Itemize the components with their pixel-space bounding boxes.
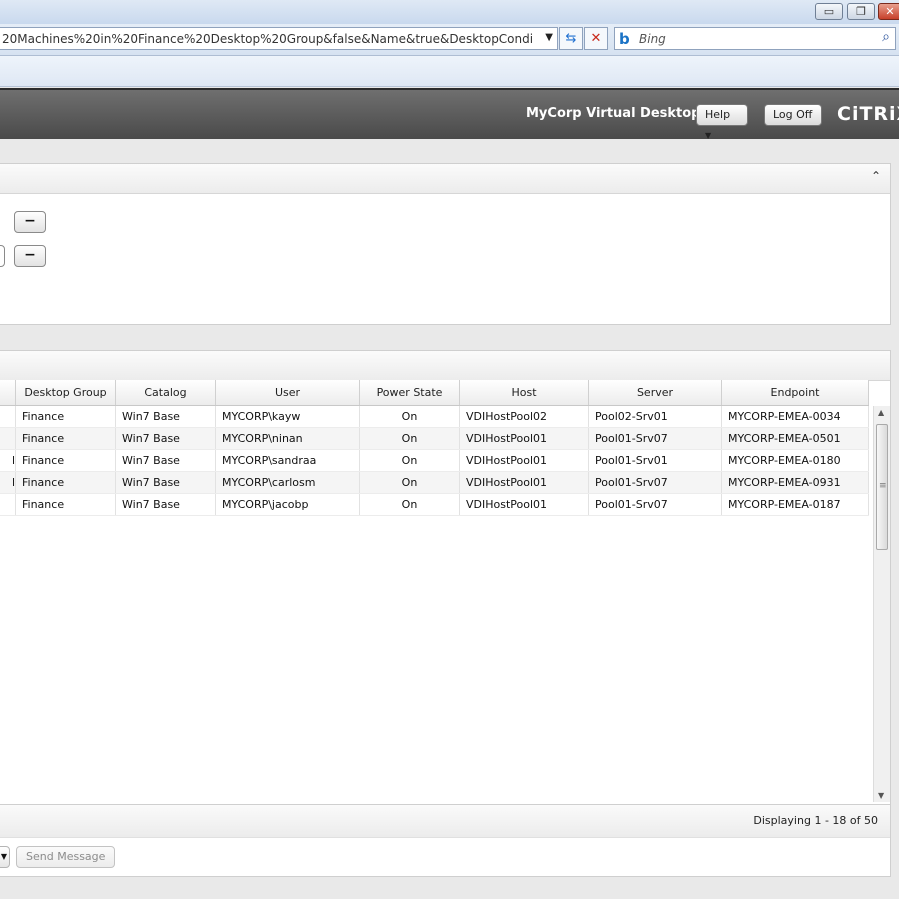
chevron-down-icon: ▼ (705, 131, 712, 140)
cell-user: MYCORP\kayw (216, 406, 360, 427)
address-bar[interactable]: 20Machines%20in%20Finance%20Desktop%20Gr… (0, 27, 558, 50)
column-header-desktop-group[interactable]: Desktop Group (16, 380, 116, 405)
log-off-button[interactable]: Log Off (764, 104, 822, 126)
cell-endpoint: MYCORP-EMEA-0931 (722, 472, 869, 493)
cell-catalog: Win7 Base (116, 428, 216, 449)
cell-user: MYCORP\carlosm (216, 472, 360, 493)
table-row[interactable]: l Finance Win7 Base MYCORP\sandraa On VD… (0, 450, 869, 472)
pager-status: Displaying 1 - 18 of 50 (753, 814, 878, 827)
column-header-user[interactable]: User (216, 380, 360, 405)
cell-catalog: Win7 Base (116, 472, 216, 493)
help-label: Help (705, 108, 731, 121)
cell-server: Pool01-Srv07 (589, 428, 722, 449)
cell-power-state: On (360, 450, 460, 471)
send-message-button[interactable]: Send Message (16, 846, 116, 868)
help-button[interactable]: Help ▼ (696, 104, 748, 140)
browser-address-row: 20Machines%20in%20Finance%20Desktop%20Gr… (0, 24, 899, 56)
cell-power-state: On (360, 494, 460, 515)
cell-endpoint: MYCORP-EMEA-0034 (722, 406, 869, 427)
cell-desktop-group: Finance (16, 428, 116, 449)
column-header-host[interactable]: Host (460, 380, 589, 405)
scroll-up-icon[interactable]: ▲ (878, 408, 884, 417)
table-row[interactable]: Finance Win7 Base MYCORP\kayw On VDIHost… (0, 406, 869, 428)
cell-host: VDIHostPool02 (460, 406, 589, 427)
grid-vertical-scrollbar[interactable]: ▲ ≡ ▼ (873, 406, 890, 802)
address-dropdown-icon[interactable]: ▼ (545, 32, 553, 43)
cell-catalog: Win7 Base (116, 494, 216, 515)
cell-endpoint: MYCORP-EMEA-0187 (722, 494, 869, 515)
table-row[interactable]: Finance Win7 Base MYCORP\ninan On VDIHos… (0, 428, 869, 450)
cell-desktop-group: Finance (16, 450, 116, 471)
cell-user: MYCORP\ninan (216, 428, 360, 449)
chevron-down-icon: ▼ (0, 852, 7, 861)
cell-catalog: Win7 Base (116, 450, 216, 471)
browser-title-bar: ▭ ❐ ✕ (0, 0, 899, 24)
remove-condition-button[interactable]: − (14, 245, 46, 267)
scroll-down-icon[interactable]: ▼ (878, 791, 884, 800)
cell-power-state: On (360, 406, 460, 427)
row-stub (0, 406, 16, 427)
collapse-icon[interactable]: ⌃ (871, 169, 881, 183)
row-stub: l (0, 450, 16, 471)
browser-toolbar-strip (0, 56, 899, 87)
bing-logo-icon: b (619, 30, 630, 48)
cell-server: Pool01-Srv07 (589, 494, 722, 515)
column-header-power-state[interactable]: Power State (360, 380, 460, 405)
cell-host: VDIHostPool01 (460, 450, 589, 471)
address-text[interactable]: 20Machines%20in%20Finance%20Desktop%20Gr… (2, 32, 532, 46)
cell-catalog: Win7 Base (116, 406, 216, 427)
row-stub: l (0, 472, 16, 493)
search-box[interactable]: b Bing ⌕ (614, 27, 896, 50)
cell-host: VDIHostPool01 (460, 494, 589, 515)
grid-panel-header (0, 351, 890, 381)
row-stub (0, 428, 16, 449)
citrix-logo: CiTRiX (837, 103, 899, 125)
column-header-endpoint[interactable]: Endpoint (722, 380, 869, 405)
cell-server: Pool01-Srv01 (589, 450, 722, 471)
cell-server: Pool01-Srv07 (589, 472, 722, 493)
grid-rows: Finance Win7 Base MYCORP\kayw On VDIHost… (0, 406, 869, 516)
grid-pager: Displaying 1 - 18 of 50 (0, 804, 890, 837)
restore-button[interactable]: ❐ (847, 3, 875, 20)
cell-power-state: On (360, 472, 460, 493)
column-header-server[interactable]: Server (589, 380, 722, 405)
cell-server: Pool02-Srv01 (589, 406, 722, 427)
close-button[interactable]: ✕ (878, 3, 899, 20)
column-header-catalog[interactable]: Catalog (116, 380, 216, 405)
refresh-icon[interactable]: ⇆ (559, 27, 583, 50)
cell-host: VDIHostPool01 (460, 472, 589, 493)
cell-user: MYCORP\sandraa (216, 450, 360, 471)
app-header: MyCorp Virtual Desktops Help ▼ Log Off C… (0, 88, 899, 140)
action-dropdown[interactable]: ▼ (0, 846, 10, 868)
grid-action-bar: ▼ Send Message (0, 837, 890, 876)
cell-desktop-group: Finance (16, 494, 116, 515)
cell-desktop-group: Finance (16, 406, 116, 427)
cell-endpoint: MYCORP-EMEA-0180 (722, 450, 869, 471)
scrollbar-thumb[interactable]: ≡ (876, 424, 888, 550)
row-stub (0, 494, 16, 515)
cell-user: MYCORP\jacobp (216, 494, 360, 515)
column-header-stub[interactable] (0, 380, 16, 405)
app-title: MyCorp Virtual Desktops (526, 106, 709, 121)
cell-desktop-group: Finance (16, 472, 116, 493)
remove-condition-button[interactable]: − (14, 211, 46, 233)
cell-host: VDIHostPool01 (460, 428, 589, 449)
machines-grid-panel: Desktop Group Catalog User Power State H… (0, 350, 891, 877)
minimize-button[interactable]: ▭ (815, 3, 843, 20)
cell-endpoint: MYCORP-EMEA-0501 (722, 428, 869, 449)
cell-power-state: On (360, 428, 460, 449)
search-placeholder[interactable]: Bing (639, 32, 666, 46)
condition-value-field[interactable] (0, 245, 5, 267)
column-headers: Desktop Group Catalog User Power State H… (0, 380, 869, 406)
stop-icon[interactable]: ✕ (584, 27, 608, 50)
search-icon[interactable]: ⌕ (882, 29, 890, 45)
table-row[interactable]: Finance Win7 Base MYCORP\jacobp On VDIHo… (0, 494, 869, 516)
grip-icon: ≡ (879, 481, 887, 491)
filter-panel: ⌃ − − (0, 163, 891, 325)
table-row[interactable]: l Finance Win7 Base MYCORP\carlosm On VD… (0, 472, 869, 494)
filter-panel-header: ⌃ (0, 164, 890, 194)
